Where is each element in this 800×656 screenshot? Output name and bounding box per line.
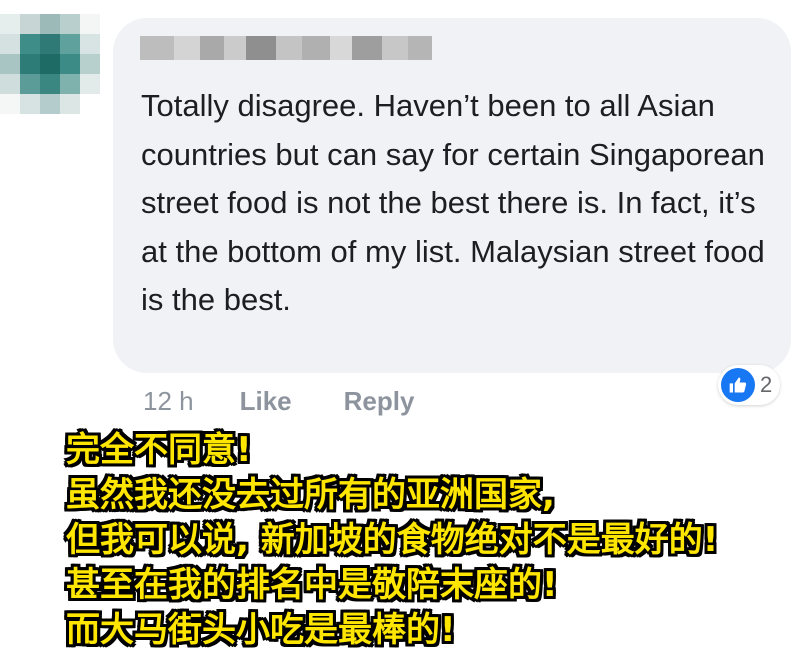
translation-line: 甚至在我的排名中是敬陪末座的! bbox=[66, 565, 558, 605]
reaction-count: 2 bbox=[760, 372, 773, 397]
comment-text: Totally disagree. Haven’t been to all As… bbox=[141, 88, 765, 317]
translation-line: 而大马街头小吃是最棒的! bbox=[66, 610, 456, 650]
avatar[interactable] bbox=[0, 14, 100, 114]
author-name-redacted[interactable] bbox=[140, 36, 432, 60]
translation-line: 虽然我还没去过所有的亚洲国家, bbox=[66, 475, 555, 515]
like-button[interactable]: Like bbox=[240, 386, 292, 417]
thumbs-up-icon bbox=[721, 368, 755, 402]
reaction-summary[interactable]: 2 bbox=[718, 365, 781, 405]
comment-timestamp[interactable]: 12 h bbox=[143, 386, 194, 417]
translation-caption: 完全不同意! 虽然我还没去过所有的亚洲国家, 但我可以说, 新加坡的食物绝对不是… bbox=[66, 428, 718, 653]
translation-line: 但我可以说, 新加坡的食物绝对不是最好的! bbox=[66, 520, 719, 560]
comment-bubble: Totally disagree. Haven’t been to all As… bbox=[113, 18, 791, 373]
comment-actions: 12 h Like Reply bbox=[143, 383, 414, 419]
reply-button[interactable]: Reply bbox=[344, 386, 415, 417]
translation-line: 完全不同意! bbox=[66, 430, 252, 470]
